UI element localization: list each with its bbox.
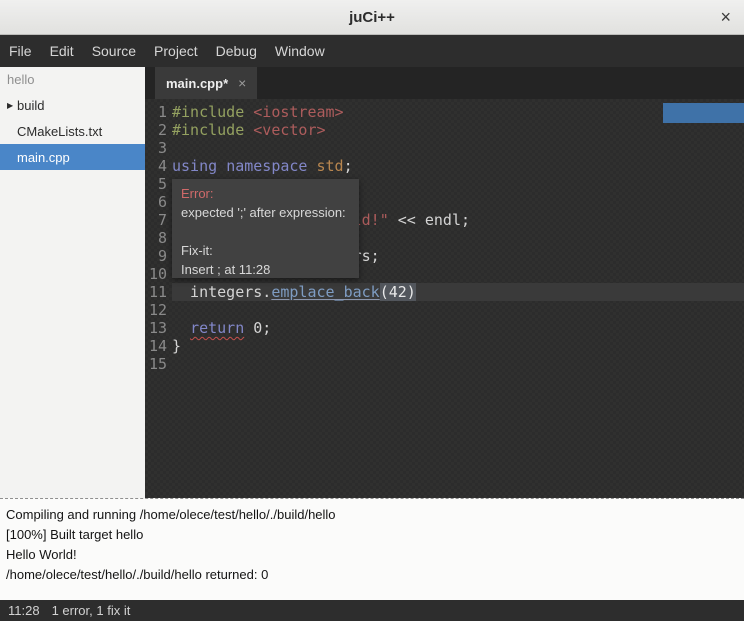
project-name: hello bbox=[0, 67, 145, 92]
line-number: 9 bbox=[145, 247, 172, 265]
sidebar: hello ▶build CMakeLists.txt main.cpp bbox=[0, 67, 145, 498]
code-line[interactable]: 15 bbox=[145, 355, 744, 373]
expander-icon[interactable]: ▶ bbox=[0, 101, 16, 110]
code-line[interactable]: 4using namespace std; bbox=[145, 157, 744, 175]
line-number: 2 bbox=[145, 121, 172, 139]
menu-item-source[interactable]: Source bbox=[83, 35, 145, 67]
code-text: #include <iostream> bbox=[172, 103, 744, 121]
menu-item-window[interactable]: Window bbox=[266, 35, 334, 67]
tooltip-spacer bbox=[181, 222, 350, 241]
line-number: 10 bbox=[145, 265, 172, 283]
window-title: juCi++ bbox=[349, 9, 395, 26]
line-number: 3 bbox=[145, 139, 172, 157]
tooltip-error-label: Error: bbox=[181, 184, 350, 203]
tab-label: main.cpp* bbox=[166, 76, 228, 91]
code-text: using namespace std; bbox=[172, 157, 744, 175]
line-number: 8 bbox=[145, 229, 172, 247]
line-number: 1 bbox=[145, 103, 172, 121]
diagnostic-tooltip: Error: expected ';' after expression: Fi… bbox=[172, 179, 359, 278]
line-number: 5 bbox=[145, 175, 172, 193]
code-line[interactable]: 13 return 0; bbox=[145, 319, 744, 337]
tree-item-label: CMakeLists.txt bbox=[16, 124, 102, 139]
tab-close-icon[interactable]: × bbox=[238, 76, 246, 90]
line-number: 6 bbox=[145, 193, 172, 211]
menu-item-file[interactable]: File bbox=[0, 35, 41, 67]
code-text: #include <vector> bbox=[172, 121, 744, 139]
code-text bbox=[172, 301, 744, 319]
line-number: 4 bbox=[145, 157, 172, 175]
code-text bbox=[172, 139, 744, 157]
title-bar: juCi++ × bbox=[0, 0, 744, 35]
main-area: hello ▶build CMakeLists.txt main.cpp main.… bbox=[0, 67, 744, 498]
tree-item-cmakelists-txt[interactable]: CMakeLists.txt bbox=[0, 118, 145, 144]
tree-item-label: main.cpp bbox=[16, 150, 70, 165]
line-number: 12 bbox=[145, 301, 172, 319]
editor-pane: main.cpp* × 1#include <iostream>2#includ… bbox=[145, 67, 744, 498]
line-number: 15 bbox=[145, 355, 172, 373]
code-text: integers.emplace_back(42) bbox=[172, 283, 744, 301]
file-tree: ▶build CMakeLists.txt main.cpp bbox=[0, 92, 145, 170]
code-text: return 0; bbox=[172, 319, 744, 337]
line-number: 14 bbox=[145, 337, 172, 355]
output-line: /home/olece/test/hello/./build/hello ret… bbox=[6, 565, 744, 585]
line-number: 13 bbox=[145, 319, 172, 337]
tab-bar: main.cpp* × bbox=[145, 67, 744, 99]
line-number: 7 bbox=[145, 211, 172, 229]
code-line[interactable]: 1#include <iostream> bbox=[145, 103, 744, 121]
menu-item-project[interactable]: Project bbox=[145, 35, 207, 67]
menu-item-edit[interactable]: Edit bbox=[41, 35, 83, 67]
code-line[interactable]: 12 bbox=[145, 301, 744, 319]
menu-item-debug[interactable]: Debug bbox=[207, 35, 266, 67]
menu-bar: FileEditSourceProjectDebugWindow bbox=[0, 35, 744, 67]
tree-item-label: build bbox=[16, 98, 44, 113]
code-line[interactable]: 3 bbox=[145, 139, 744, 157]
output-panel: Compiling and running /home/olece/test/h… bbox=[0, 498, 744, 600]
tooltip-fixit-label: Fix-it: bbox=[181, 241, 350, 260]
diagnostics-status: 1 error, 1 fix it bbox=[52, 603, 131, 618]
app-window: juCi++ × FileEditSourceProjectDebugWindo… bbox=[0, 0, 744, 621]
close-icon[interactable]: × bbox=[720, 8, 731, 26]
code-line[interactable]: 14} bbox=[145, 337, 744, 355]
cursor-position: 11:28 bbox=[8, 603, 40, 618]
code-line[interactable]: 2#include <vector> bbox=[145, 121, 744, 139]
output-line: Hello World! bbox=[6, 545, 744, 565]
code-text bbox=[172, 355, 744, 373]
tooltip-fixit-message: Insert ; at 11:28 bbox=[181, 260, 350, 279]
output-line: Compiling and running /home/olece/test/h… bbox=[6, 505, 744, 525]
output-line: [100%] Built target hello bbox=[6, 525, 744, 545]
code-editor[interactable]: 1#include <iostream>2#include <vector>34… bbox=[145, 99, 744, 498]
tab-main-cpp[interactable]: main.cpp* × bbox=[155, 67, 257, 99]
tree-item-build[interactable]: ▶build bbox=[0, 92, 145, 118]
code-text: } bbox=[172, 337, 744, 355]
scrollbar-thumb[interactable] bbox=[663, 103, 744, 123]
tooltip-error-message: expected ';' after expression: bbox=[181, 203, 350, 222]
code-line[interactable]: 11 integers.emplace_back(42) bbox=[145, 283, 744, 301]
status-bar: 11:28 1 error, 1 fix it bbox=[0, 600, 744, 621]
tree-item-main-cpp[interactable]: main.cpp bbox=[0, 144, 145, 170]
line-number: 11 bbox=[145, 283, 172, 301]
